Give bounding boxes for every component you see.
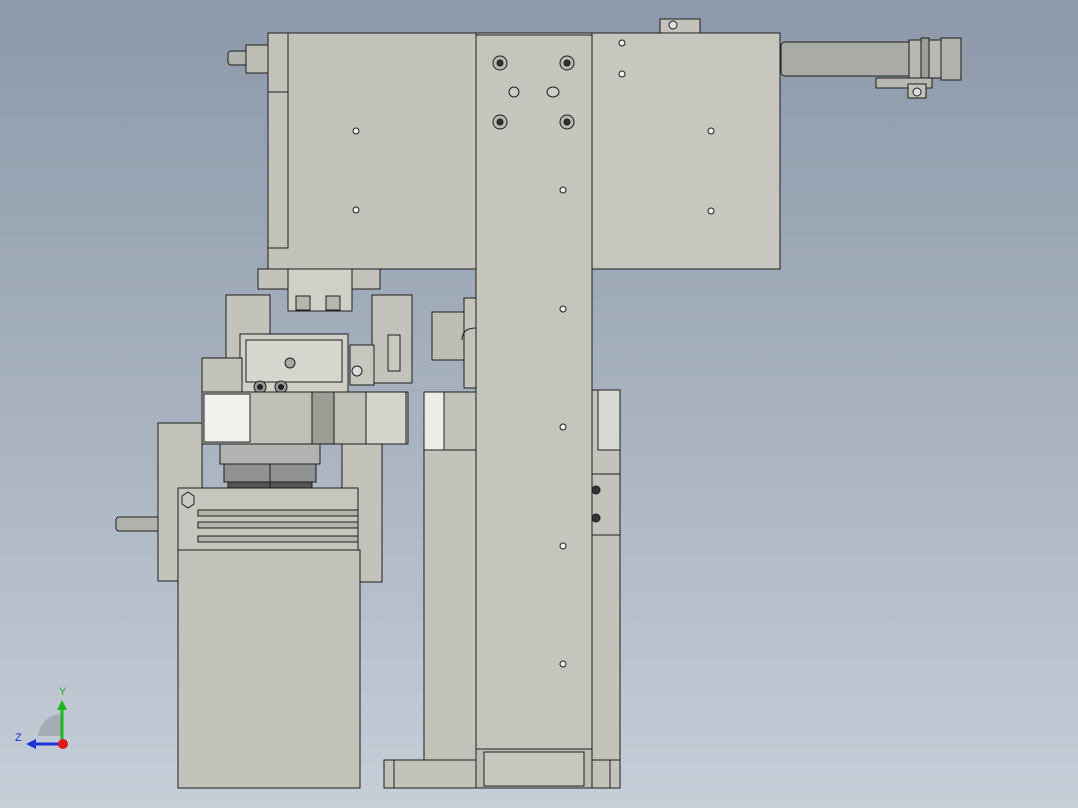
y-axis-label: Y (59, 686, 67, 698)
assembly-drawing (115, 18, 962, 789)
x-axis-dot (58, 739, 68, 749)
triad-arc (38, 713, 62, 736)
z-axis-head (26, 739, 36, 749)
axis-triad: Y Z (10, 684, 80, 754)
base-plate (383, 748, 621, 789)
column-bracket (431, 297, 477, 389)
lower-motor (177, 487, 361, 789)
y-axis-head (57, 700, 67, 710)
z-axis-label: Z (15, 732, 22, 744)
vertical-column (475, 32, 593, 750)
cad-model-viewport[interactable]: Y Z (0, 0, 1078, 808)
